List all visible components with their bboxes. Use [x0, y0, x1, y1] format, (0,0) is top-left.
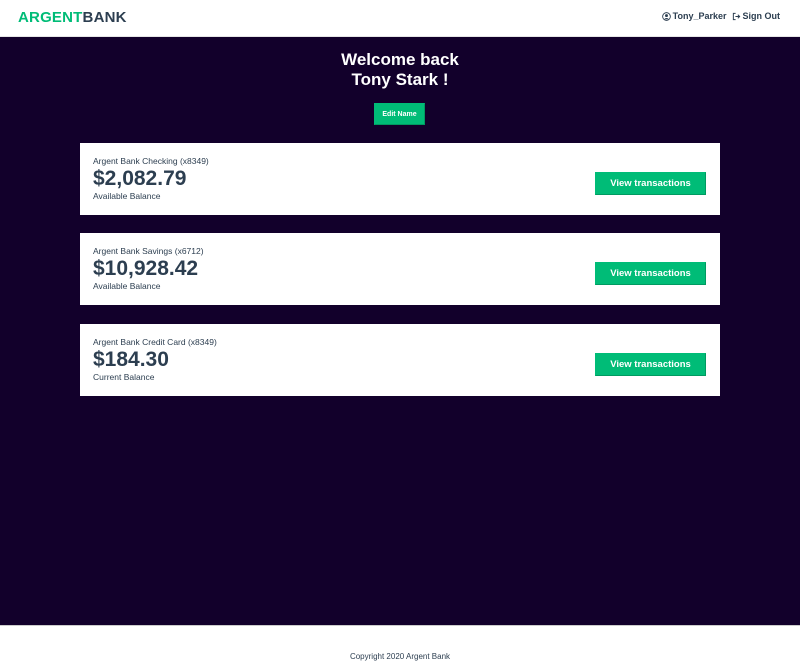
top-navbar: ARGENTBANK Tony_Parker Sign Out — [0, 0, 800, 37]
account-title: Argent Bank Checking (x8349) — [93, 156, 209, 166]
view-transactions-button[interactable]: View transactions — [595, 353, 706, 376]
account-amount: $10,928.42 — [93, 257, 199, 280]
account-amount-description: Available Balance — [93, 281, 161, 291]
welcome-line-1: Welcome back — [341, 50, 459, 69]
welcome-heading: Welcome back Tony Stark ! — [0, 50, 800, 90]
account-title: Argent Bank Savings (x6712) — [93, 246, 204, 256]
copyright-text: Copyright 2020 Argent Bank — [349, 652, 451, 661]
user-nav: Tony_Parker Sign Out — [661, 11, 781, 21]
logo-part-bank: BANK — [82, 9, 127, 26]
account-amount-description: Available Balance — [93, 191, 161, 201]
page-footer: Copyright 2020 Argent Bank — [0, 625, 800, 670]
account-amount: $2,082.79 — [93, 167, 187, 190]
edit-name-button[interactable]: Edit Name — [374, 103, 425, 125]
logo-part-argent: ARGENT — [18, 9, 83, 26]
sign-out-icon — [732, 12, 741, 21]
user-circle-icon — [661, 11, 671, 21]
account-card-savings: Argent Bank Savings (x6712) $10,928.42 A… — [80, 233, 720, 305]
main-content: Welcome back Tony Stark ! Edit Name Arge… — [0, 37, 800, 625]
account-amount-description: Current Balance — [93, 372, 155, 382]
account-card-credit: Argent Bank Credit Card (x8349) $184.30 … — [80, 324, 720, 396]
user-name-label: Tony_Parker — [672, 11, 727, 21]
account-amount: $184.30 — [93, 348, 169, 371]
user-profile-link[interactable]: Tony_Parker — [661, 11, 727, 21]
argent-bank-logo[interactable]: ARGENTBANK — [18, 9, 127, 27]
account-card-checking: Argent Bank Checking (x8349) $2,082.79 A… — [80, 143, 720, 215]
sign-out-label: Sign Out — [742, 11, 781, 21]
view-transactions-button[interactable]: View transactions — [595, 172, 706, 195]
welcome-line-2: Tony Stark ! — [351, 70, 449, 89]
account-title: Argent Bank Credit Card (x8349) — [93, 337, 217, 347]
view-transactions-button[interactable]: View transactions — [595, 262, 706, 285]
sign-out-link[interactable]: Sign Out — [732, 11, 781, 21]
